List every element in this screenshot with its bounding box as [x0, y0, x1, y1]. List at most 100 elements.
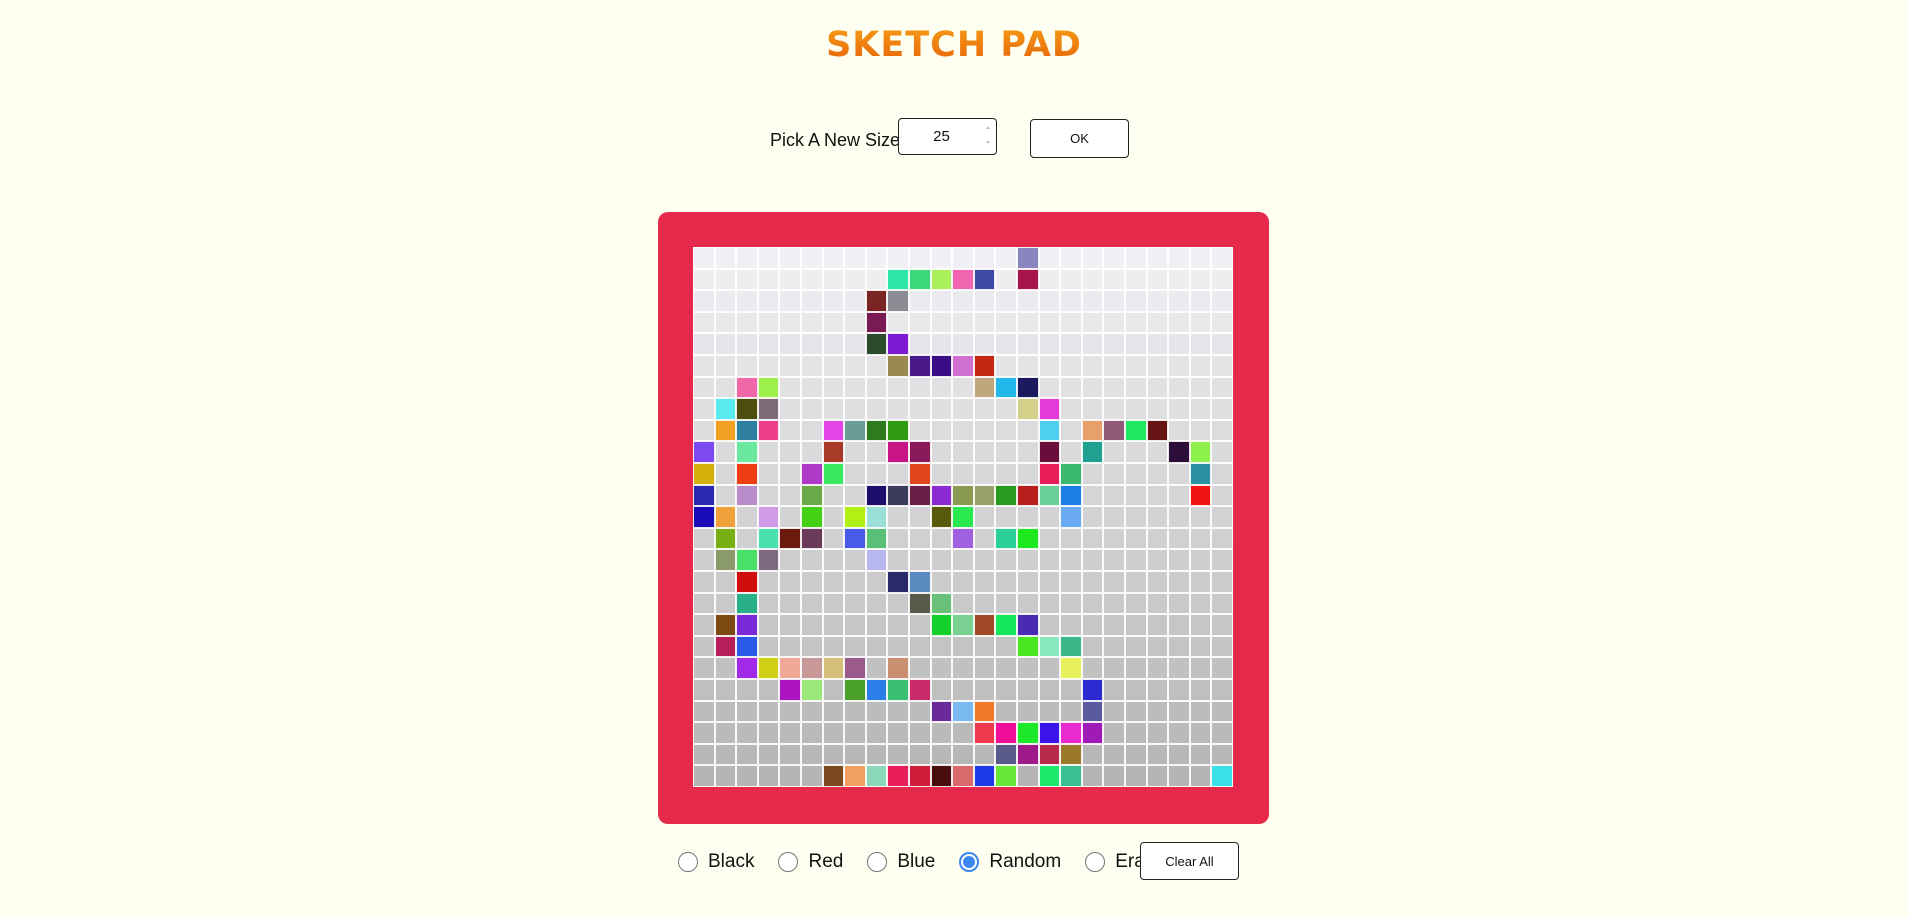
grid-cell[interactable]	[1125, 549, 1147, 571]
grid-cell[interactable]	[1168, 355, 1190, 377]
grid-cell[interactable]	[1189, 247, 1212, 269]
grid-cell[interactable]	[844, 484, 866, 507]
grid-cell[interactable]	[1189, 722, 1212, 744]
grid-cell[interactable]	[1038, 398, 1061, 420]
grid-cell[interactable]	[1211, 592, 1233, 615]
grid-cell[interactable]	[1146, 506, 1169, 528]
grid-cell[interactable]	[1125, 419, 1147, 442]
grid-cell[interactable]	[693, 419, 715, 442]
grid-cell[interactable]	[973, 722, 996, 744]
grid-cell[interactable]	[930, 355, 953, 377]
grid-cell[interactable]	[887, 657, 909, 679]
grid-cell[interactable]	[1146, 765, 1169, 787]
grid-cell[interactable]	[801, 441, 823, 463]
grid-cell[interactable]	[844, 419, 866, 442]
grid-cell[interactable]	[714, 355, 737, 377]
grid-cell[interactable]	[1189, 679, 1212, 701]
grid-cell[interactable]	[952, 398, 974, 420]
grid-cell[interactable]	[757, 571, 780, 593]
grid-cell[interactable]	[909, 657, 931, 679]
grid-cell[interactable]	[714, 614, 737, 636]
grid-cell[interactable]	[1168, 549, 1190, 571]
grid-cell[interactable]	[1103, 355, 1125, 377]
grid-cell[interactable]	[973, 506, 996, 528]
grid-cell[interactable]	[1125, 268, 1147, 291]
grid-cell[interactable]	[1189, 571, 1212, 593]
grid-cell[interactable]	[714, 311, 737, 334]
grid-cell[interactable]	[995, 355, 1017, 377]
grid-cell[interactable]	[1081, 527, 1104, 550]
grid-cell[interactable]	[1038, 635, 1061, 658]
grid-cell[interactable]	[801, 527, 823, 550]
grid-cell[interactable]	[1103, 311, 1125, 334]
grid-cell[interactable]	[779, 700, 801, 723]
grid-cell[interactable]	[952, 311, 974, 334]
grid-cell[interactable]	[1146, 614, 1169, 636]
grid-cell[interactable]	[952, 679, 974, 701]
grid-cell[interactable]	[736, 592, 758, 615]
grid-cell[interactable]	[1146, 484, 1169, 507]
grid-cell[interactable]	[822, 311, 845, 334]
grid-cell[interactable]	[930, 743, 953, 766]
grid-cell[interactable]	[1189, 441, 1212, 463]
grid-cell[interactable]	[930, 722, 953, 744]
grid-cell[interactable]	[1168, 679, 1190, 701]
grid-cell[interactable]	[779, 333, 801, 355]
grid-cell[interactable]	[1168, 571, 1190, 593]
grid-cell[interactable]	[801, 743, 823, 766]
grid-cell[interactable]	[757, 268, 780, 291]
grid-cell[interactable]	[865, 311, 888, 334]
grid-cell[interactable]	[995, 419, 1017, 442]
grid-cell[interactable]	[865, 419, 888, 442]
grid-cell[interactable]	[1168, 765, 1190, 787]
grid-cell[interactable]	[1060, 419, 1082, 442]
grid-cell[interactable]	[1017, 722, 1039, 744]
grid-cell[interactable]	[1211, 355, 1233, 377]
grid-cell[interactable]	[909, 506, 931, 528]
grid-cell[interactable]	[1189, 506, 1212, 528]
grid-cell[interactable]	[1103, 592, 1125, 615]
grid-cell[interactable]	[865, 376, 888, 399]
grid-cell[interactable]	[779, 268, 801, 291]
grid-cell[interactable]	[952, 571, 974, 593]
grid-cell[interactable]	[714, 700, 737, 723]
grid-cell[interactable]	[952, 376, 974, 399]
grid-cell[interactable]	[714, 484, 737, 507]
grid-cell[interactable]	[973, 463, 996, 485]
grid-cell[interactable]	[822, 290, 845, 312]
grid-cell[interactable]	[909, 355, 931, 377]
grid-cell[interactable]	[1168, 441, 1190, 463]
grid-cell[interactable]	[865, 398, 888, 420]
grid-cell[interactable]	[1017, 290, 1039, 312]
grid-cell[interactable]	[779, 463, 801, 485]
grid-cell[interactable]	[1017, 679, 1039, 701]
grid-cell[interactable]	[779, 743, 801, 766]
grid-cell[interactable]	[693, 376, 715, 399]
grid-cell[interactable]	[1081, 290, 1104, 312]
grid-cell[interactable]	[952, 355, 974, 377]
grid-cell[interactable]	[1017, 484, 1039, 507]
grid-cell[interactable]	[736, 333, 758, 355]
grid-cell[interactable]	[822, 398, 845, 420]
grid-cell[interactable]	[1103, 376, 1125, 399]
grid-cell[interactable]	[736, 355, 758, 377]
grid-cell[interactable]	[1168, 506, 1190, 528]
grid-cell[interactable]	[909, 527, 931, 550]
grid-cell[interactable]	[1103, 527, 1125, 550]
grid-cell[interactable]	[822, 549, 845, 571]
grid-cell[interactable]	[887, 765, 909, 787]
grid-cell[interactable]	[1103, 290, 1125, 312]
grid-cell[interactable]	[973, 268, 996, 291]
grid-cell[interactable]	[1125, 679, 1147, 701]
grid-cell[interactable]	[1189, 592, 1212, 615]
grid-cell[interactable]	[1038, 722, 1061, 744]
grid-cell[interactable]	[909, 376, 931, 399]
grid-cell[interactable]	[995, 700, 1017, 723]
grid-cell[interactable]	[1060, 311, 1082, 334]
grid-cell[interactable]	[1189, 419, 1212, 442]
grid-cell[interactable]	[693, 635, 715, 658]
grid-cell[interactable]	[1125, 290, 1147, 312]
grid-cell[interactable]	[822, 441, 845, 463]
grid-cell[interactable]	[693, 441, 715, 463]
grid-cell[interactable]	[1103, 657, 1125, 679]
